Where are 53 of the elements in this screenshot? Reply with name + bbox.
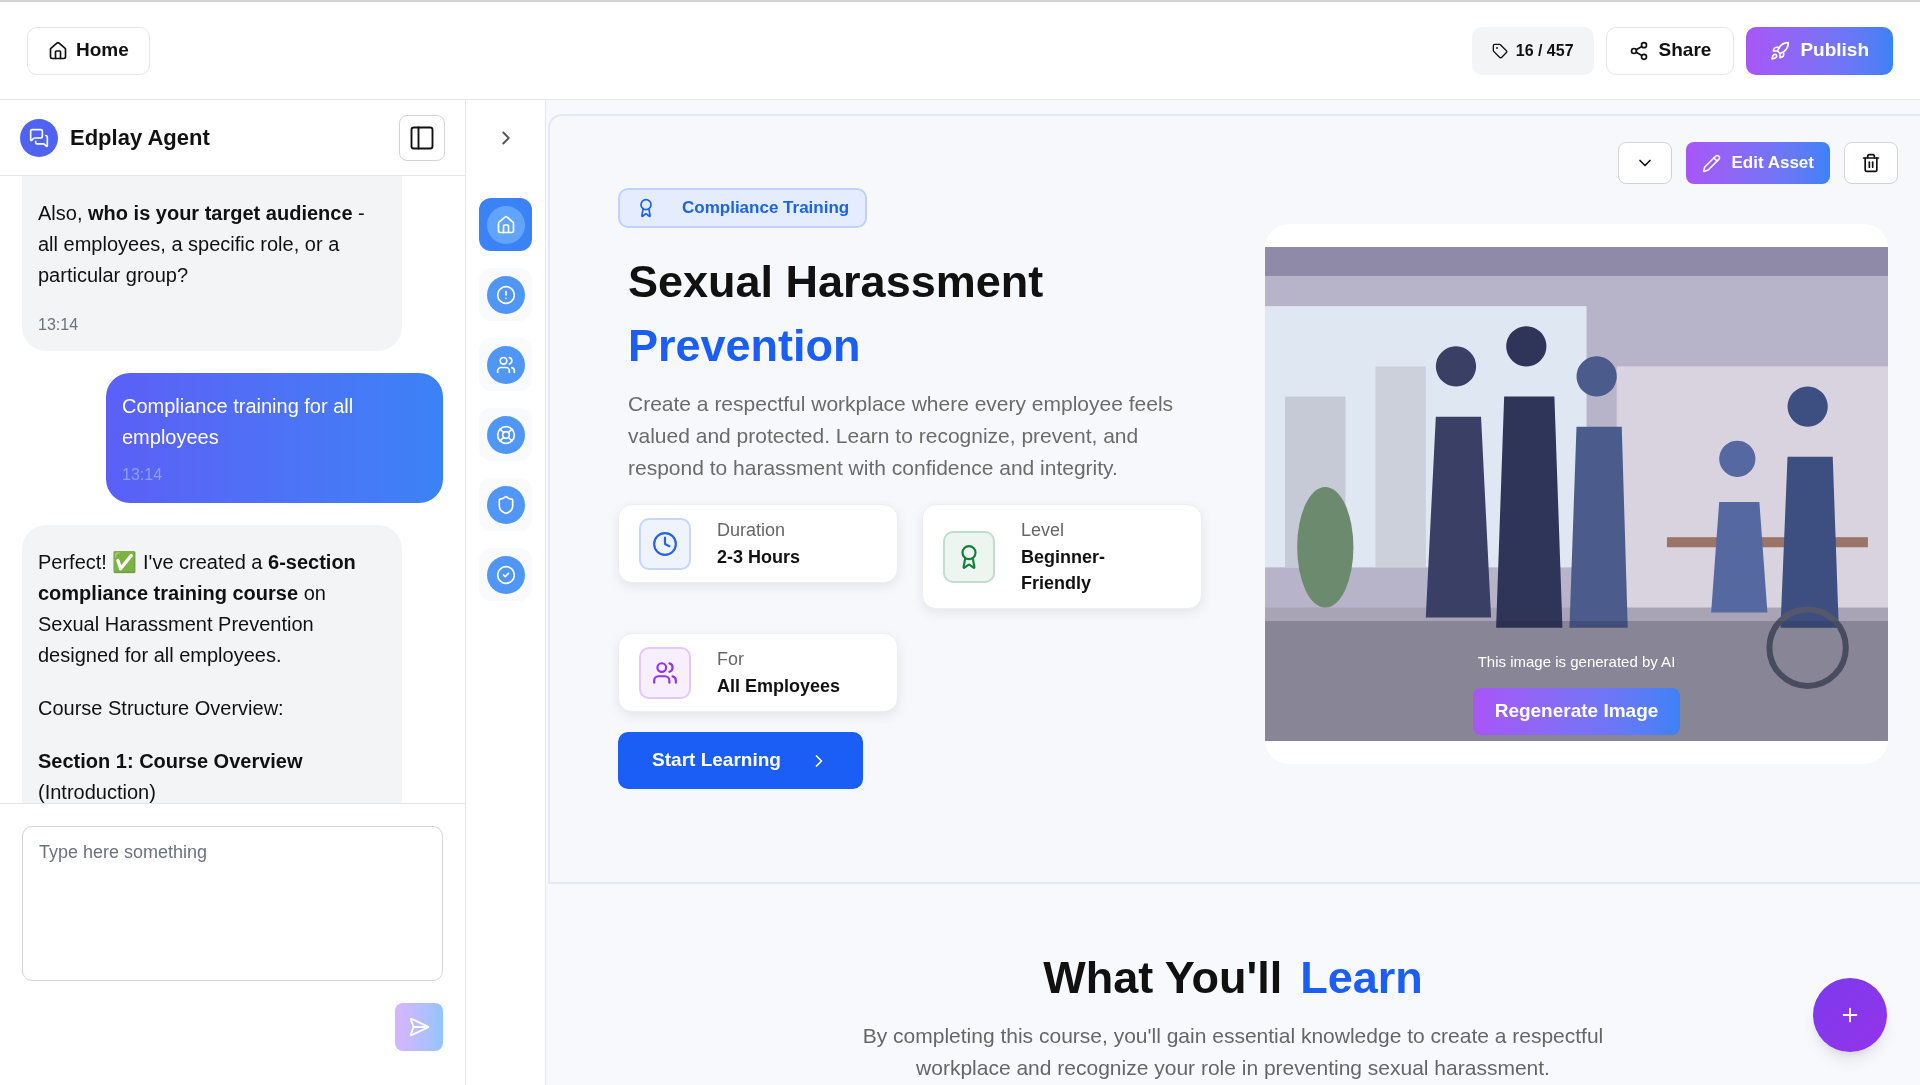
send-icon — [408, 1016, 430, 1038]
home-icon — [48, 40, 68, 61]
rail-item[interactable] — [479, 548, 532, 601]
message-text: Perfect! ✅ I've created a 6-section compliance training course on Sexual Harassment Prevention designed for all employees. — [38, 550, 357, 668]
section-title: What You'll — [1043, 951, 1283, 1005]
info-label: Level — [1021, 519, 1066, 542]
people-icon — [495, 354, 516, 375]
info-label: For — [717, 648, 745, 671]
delete-button[interactable] — [1844, 142, 1898, 184]
info-label: Duration — [717, 519, 787, 542]
category-badge: Compliance Training — [618, 188, 868, 228]
section-description: By completing this course, you'll gain essential knowledge to create a respectful workplace and recognize your role in preventing sexual harassment. — [861, 1023, 1605, 1081]
rail-item[interactable] — [479, 478, 532, 531]
message-time: 13:14 — [122, 465, 164, 485]
lifebuoy-icon — [495, 424, 516, 445]
rocket-icon — [1770, 40, 1791, 61]
agent-logo-icon — [20, 118, 58, 157]
info-value: 2-3 Hours — [717, 546, 801, 569]
start-learning-button[interactable]: Start Learning — [618, 732, 863, 789]
regenerate-button[interactable]: Regenerate Image — [1472, 687, 1681, 735]
send-button[interactable] — [395, 1003, 443, 1051]
add-button[interactable] — [1813, 978, 1887, 1052]
info-value: Beginner- Friendly — [1021, 546, 1105, 595]
home-button[interactable]: Home — [27, 26, 150, 75]
pencil-icon — [1702, 153, 1722, 173]
check-circle-icon — [495, 564, 516, 585]
message-input[interactable]: Type here something — [22, 826, 443, 981]
info-value: All Employees — [717, 675, 841, 698]
rail-item[interactable] — [479, 408, 532, 461]
home-icon — [495, 214, 516, 235]
course-title: Sexual Harassment — [628, 255, 1045, 309]
usage-counter: 16 / 457 — [1471, 26, 1594, 75]
edit-asset-button[interactable]: Edit Asset — [1686, 142, 1830, 184]
agent-title: Edplay Agent — [70, 124, 211, 152]
trash-icon — [1861, 153, 1881, 173]
tag-icon — [1491, 42, 1508, 59]
message-text: Section 1: Course Overview (Introduction) — [38, 749, 304, 803]
rail-item[interactable] — [479, 198, 532, 251]
panel-toggle-button[interactable] — [399, 114, 445, 161]
message-text: Course Structure Overview: — [38, 696, 285, 721]
rail-item[interactable] — [479, 338, 532, 391]
message-time: 13:14 — [38, 315, 80, 335]
share-button[interactable]: Share — [1605, 26, 1735, 75]
course-title-accent: Prevention — [628, 319, 862, 373]
share-icon — [1628, 40, 1649, 61]
message-text: Also, who is your target audience - all employees, a specific role, or a particular group? — [38, 201, 366, 288]
publish-button[interactable]: Publish — [1746, 26, 1893, 75]
section-title-accent: Learn — [1300, 951, 1423, 1005]
message-text: Compliance training for all employees — [122, 394, 355, 450]
course-description: Create a respectful workplace where every employee feels valued and protected. Learn to recognize, prevent, and respond to harassment with confidence and integrity. — [628, 391, 1175, 481]
ai-caption: This image is generated by AI — [1477, 652, 1676, 672]
rail-item[interactable] — [479, 268, 532, 321]
alert-icon — [495, 284, 516, 305]
